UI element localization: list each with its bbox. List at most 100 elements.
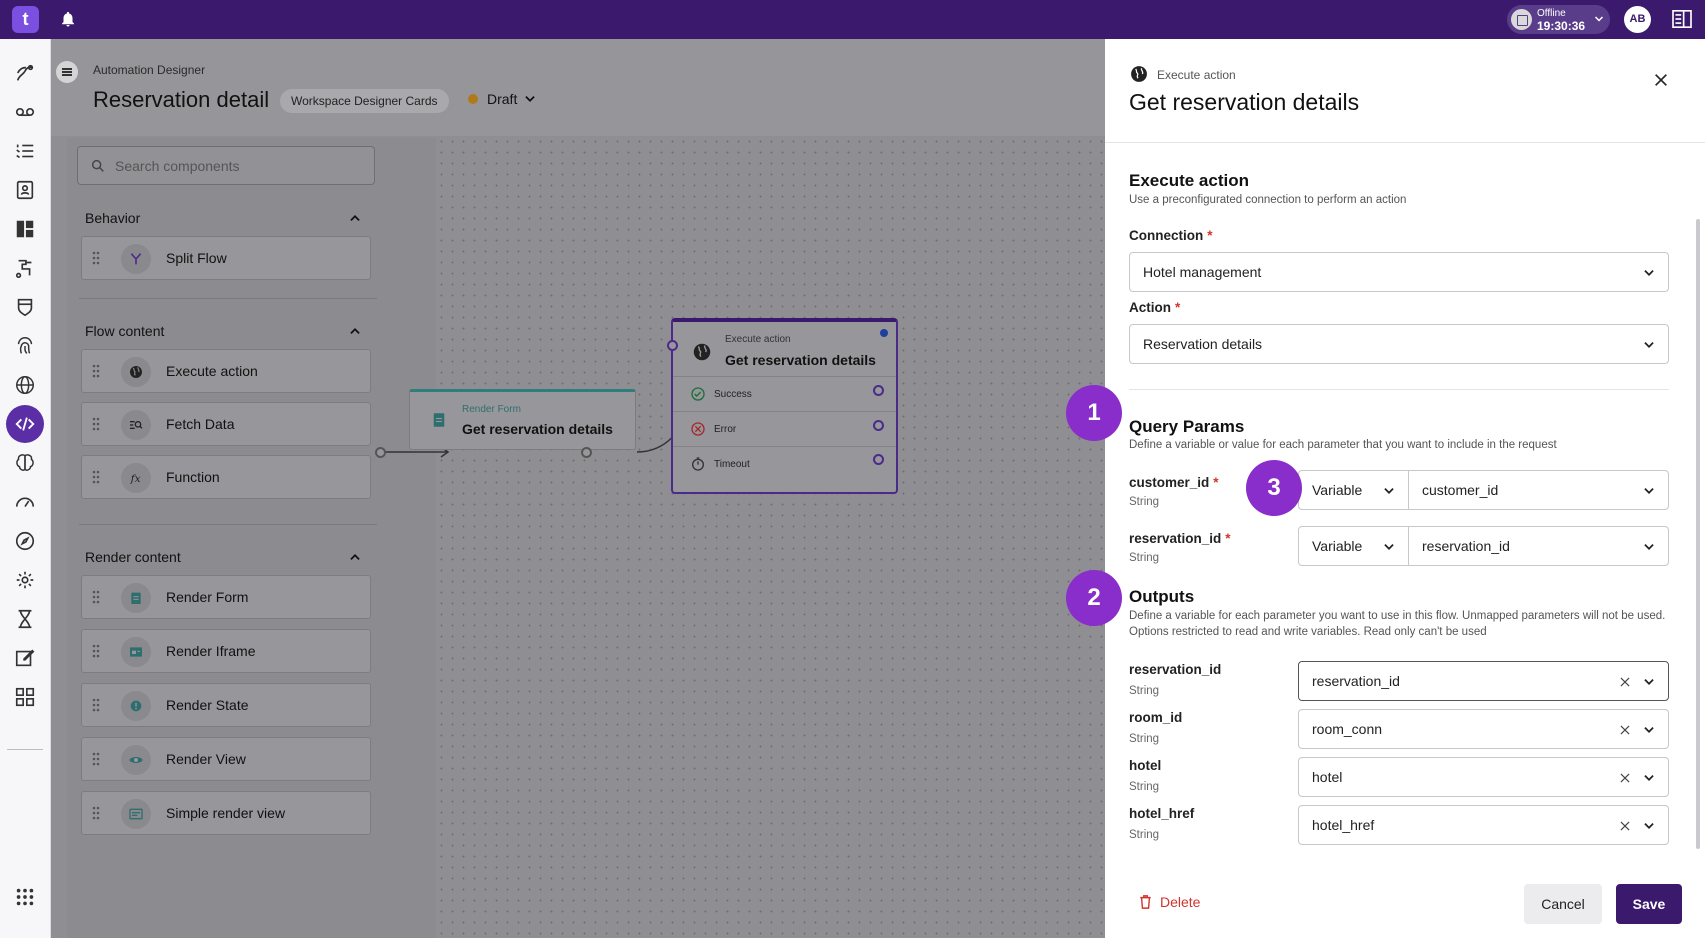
section-title: Execute action: [1129, 171, 1249, 190]
outcome-label: Success: [714, 389, 752, 400]
connection-label: Connection *: [1129, 228, 1213, 243]
outcome-timeout: Timeout: [673, 446, 896, 483]
chevron-down-icon: [1644, 488, 1654, 494]
render-form-node[interactable]: Render Form Get reservation details: [409, 389, 636, 450]
agent-status-selector[interactable]: Offline 19:30:36: [1507, 5, 1610, 34]
output-port[interactable]: [581, 447, 592, 458]
fingerprint-icon[interactable]: [6, 327, 44, 365]
input-port[interactable]: [375, 447, 386, 458]
delete-button[interactable]: Delete: [1139, 894, 1200, 910]
output-value: hotel: [1312, 769, 1343, 785]
action-select[interactable]: Reservation details: [1129, 324, 1669, 364]
edit-icon[interactable]: [6, 639, 44, 677]
param-type: String: [1129, 552, 1160, 564]
error-port[interactable]: [873, 420, 884, 431]
output-type: String: [1129, 781, 1160, 793]
speed-icon[interactable]: [6, 483, 44, 521]
callout-badge-2: 2: [1066, 570, 1122, 626]
output-name: room_id: [1129, 710, 1183, 725]
chevron-down-icon: [1644, 775, 1654, 781]
drawer-kind: Execute action: [1157, 68, 1236, 82]
dashboard-icon[interactable]: [6, 210, 44, 248]
connection-value: Hotel management: [1143, 264, 1262, 280]
param-type: String: [1129, 496, 1160, 508]
node-type-label: Execute action: [725, 334, 791, 345]
compass-icon[interactable]: [6, 522, 44, 560]
outputs-description: Define a variable for each parameter you…: [1129, 610, 1666, 638]
output-value: hotel_href: [1312, 817, 1375, 833]
param-value-select[interactable]: customer_id: [1408, 470, 1669, 510]
param-value-select[interactable]: reservation_id: [1408, 526, 1669, 566]
param-mode-select[interactable]: Variable: [1298, 526, 1409, 566]
callout-badge-3: 3: [1246, 460, 1302, 516]
output-name: reservation_id: [1129, 662, 1222, 677]
outputs-title: Outputs: [1129, 587, 1195, 606]
side-panel-icon[interactable]: [1672, 10, 1692, 28]
apps-icon[interactable]: [6, 878, 44, 916]
cancel-button[interactable]: Cancel: [1524, 884, 1602, 924]
execute-action-node[interactable]: Execute action Get reservation details S…: [671, 318, 898, 494]
code-icon[interactable]: [6, 405, 44, 443]
output-variable-select[interactable]: room_conn: [1298, 709, 1669, 749]
globe-icon: [1131, 66, 1147, 82]
routing-icon[interactable]: [6, 54, 44, 92]
app-logo[interactable]: t: [12, 6, 39, 33]
output-variable-select[interactable]: hotel_href: [1298, 805, 1669, 845]
connection-select[interactable]: Hotel management: [1129, 252, 1669, 292]
chevron-down-icon: [1644, 823, 1654, 829]
query-params-title: Query Params: [1129, 417, 1245, 436]
drawer-title: Get reservation details: [1129, 89, 1360, 115]
clear-icon[interactable]: [1618, 675, 1632, 689]
globe-icon[interactable]: [6, 366, 44, 404]
output-value: reservation_id: [1312, 673, 1400, 689]
globe-icon: [693, 343, 711, 361]
close-icon[interactable]: [1653, 72, 1669, 88]
user-avatar[interactable]: AB: [1624, 6, 1651, 33]
scrollbar[interactable]: [1696, 219, 1700, 849]
form-icon: [433, 413, 445, 427]
output-type: String: [1129, 685, 1160, 697]
input-port[interactable]: [667, 340, 678, 351]
drawer-header: Execute action Get reservation details: [1105, 39, 1705, 143]
shield-icon[interactable]: [6, 288, 44, 326]
section-divider: [1129, 389, 1669, 390]
outcome-success: Success: [673, 376, 896, 413]
output-variable-select[interactable]: hotel: [1298, 757, 1669, 797]
success-port[interactable]: [873, 385, 884, 396]
timer-icon: [692, 457, 704, 471]
chevron-down-icon: [1644, 727, 1654, 733]
clear-icon[interactable]: [1618, 771, 1632, 785]
clear-icon[interactable]: [1618, 819, 1632, 833]
top-bar: t Offline 19:30:36 AB: [0, 0, 1705, 39]
query-params-description: Define a variable or value for each para…: [1129, 439, 1557, 451]
param-mode-value: Variable: [1312, 538, 1363, 554]
param-name: reservation_id *: [1129, 531, 1231, 546]
output-type: String: [1129, 733, 1160, 745]
outcome-error: Error: [673, 411, 896, 448]
section-description: Use a preconfigurated connection to perf…: [1129, 194, 1407, 206]
save-button[interactable]: Save: [1616, 884, 1682, 924]
outcome-label: Error: [714, 424, 737, 435]
settings-icon[interactable]: [6, 561, 44, 599]
widgets-icon[interactable]: [6, 678, 44, 716]
trash-icon: [1140, 895, 1151, 909]
chevron-down-icon: [1594, 16, 1604, 22]
param-mode-select[interactable]: Variable: [1298, 470, 1409, 510]
output-type: String: [1129, 829, 1160, 841]
voicemail-icon[interactable]: [6, 93, 44, 131]
execute-action-drawer: Execute action Get reservation details E…: [1105, 39, 1705, 938]
flow-connections: [385, 373, 724, 458]
param-value: customer_id: [1422, 482, 1499, 498]
clear-icon[interactable]: [1618, 723, 1632, 737]
outcome-label: Timeout: [714, 459, 750, 470]
output-variable-select[interactable]: reservation_id: [1298, 661, 1669, 701]
bell-icon[interactable]: [59, 10, 77, 28]
dna-icon[interactable]: [6, 600, 44, 638]
timeout-port[interactable]: [873, 454, 884, 465]
brain-icon[interactable]: [6, 444, 44, 482]
node-type-label: Render Form: [462, 404, 521, 415]
param-mode-value: Variable: [1312, 482, 1363, 498]
flow-icon[interactable]: [6, 249, 44, 287]
contacts-icon[interactable]: [6, 171, 44, 209]
list-icon[interactable]: [6, 132, 44, 170]
